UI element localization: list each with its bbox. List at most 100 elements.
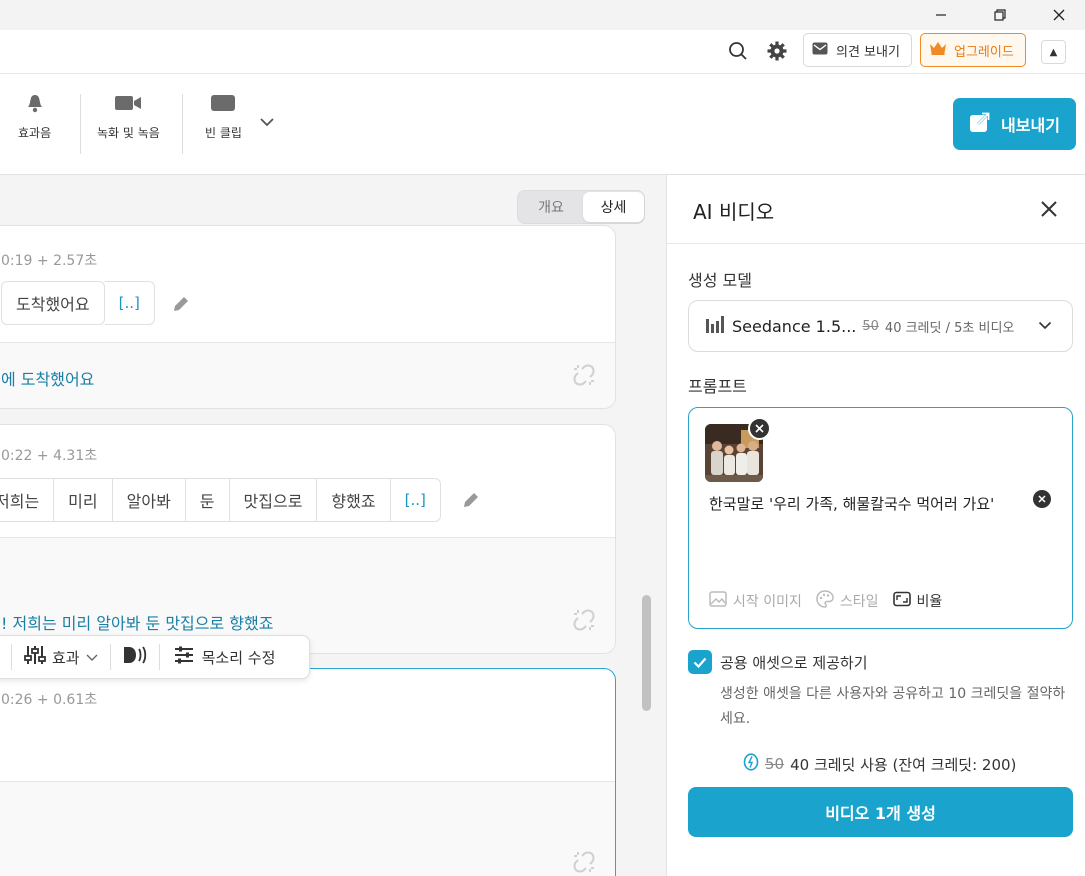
- chevron-down-icon: [86, 648, 98, 666]
- tool-label: 빈 클립: [205, 126, 242, 140]
- model-name: Seedance 1.5...: [732, 316, 857, 336]
- upgrade-label: 업그레이드: [954, 44, 1014, 60]
- tool-record[interactable]: 녹화 및 녹음: [97, 92, 160, 141]
- start-image-label: 시작 이미지: [733, 594, 802, 610]
- voice-wave-button[interactable]: [111, 645, 159, 669]
- tab-detail[interactable]: 상세: [583, 192, 644, 222]
- clip-time: 0:19 + 2.57초: [1, 253, 98, 269]
- adjust-icon: [174, 646, 194, 668]
- subtitle-text[interactable]: 에 도착했어요: [1, 366, 94, 390]
- model-credit: 40 크레딧 / 5초 비디오: [884, 320, 1015, 336]
- credit-coin-icon: [743, 753, 759, 775]
- gear-icon[interactable]: [766, 40, 788, 62]
- export-button[interactable]: 내보내기: [953, 98, 1076, 150]
- word-chip[interactable]: 알아봐: [112, 478, 186, 522]
- word-chip[interactable]: 둔: [185, 478, 230, 522]
- subtitle-area: [0, 782, 615, 876]
- credit-text: 40 크레딧 사용 (잔여 크레딧: 200): [790, 755, 1017, 774]
- close-window-button[interactable]: [1036, 0, 1082, 30]
- share-asset-checkbox[interactable]: [688, 650, 712, 674]
- aspect-ratio-icon: [892, 591, 911, 611]
- export-label: 내보내기: [1001, 116, 1060, 135]
- more-words-chip[interactable]: [..]: [104, 281, 155, 325]
- editor-toolbar: 효과음 녹화 및 녹음 빈 클립 내보내기: [0, 74, 1085, 175]
- tool-label: 효과음: [18, 126, 52, 140]
- maximize-button[interactable]: [977, 0, 1023, 30]
- clear-prompt-icon[interactable]: [1033, 490, 1051, 508]
- ai-video-panel: AI 비디오 생성 모델 Seedance 1.5... 50 40 크레딧 /…: [666, 175, 1085, 876]
- video-camera-icon: [114, 92, 142, 114]
- upgrade-button[interactable]: 업그레이드: [920, 33, 1026, 67]
- word-chip[interactable]: 맛집으로: [229, 478, 318, 522]
- word-chip[interactable]: 미리: [54, 478, 113, 522]
- credit-usage: 50 40 크레딧 사용 (잔여 크레딧: 200): [743, 753, 1016, 775]
- model-select[interactable]: Seedance 1.5... 50 40 크레딧 / 5초 비디오: [688, 300, 1073, 352]
- chevron-down-icon[interactable]: [258, 116, 276, 132]
- unlink-icon[interactable]: [571, 849, 597, 875]
- scrollbar[interactable]: [642, 595, 651, 711]
- toolbar-divider: [182, 94, 183, 154]
- feedback-label: 의견 보내기: [836, 44, 900, 60]
- word-chips: 도착했어요 [..]: [1, 281, 155, 325]
- clip-time: 0:22 + 4.31초: [1, 448, 98, 464]
- transcript-card[interactable]: 0:19 + 2.57초 도착했어요 [..] 에 도착했어요: [0, 225, 616, 409]
- word-chip[interactable]: 저희는: [0, 478, 55, 522]
- ratio-label: 비율: [916, 594, 943, 610]
- image-icon: [709, 591, 727, 611]
- generate-video-button[interactable]: 비디오 1개 생성: [688, 787, 1073, 837]
- transcript-card[interactable]: 0:22 + 4.31초 저희는 미리 알아봐 둔 맛집으로 향했죠 [..] …: [0, 424, 616, 654]
- word-chip[interactable]: 향했죠: [317, 478, 391, 522]
- unlink-icon[interactable]: [571, 362, 597, 388]
- minimize-button[interactable]: [918, 0, 964, 30]
- model-label: 생성 모델: [688, 271, 752, 290]
- chevron-down-icon: [1038, 318, 1052, 334]
- clip-action-bar: 효과 목소리 수정: [0, 635, 310, 679]
- share-asset-description: 생성한 애셋을 다른 사용자와 공유하고 10 크레딧을 절약하세요.: [720, 686, 1066, 727]
- tool-blank-clip[interactable]: 빈 클립: [205, 92, 242, 141]
- ratio-button[interactable]: 비율: [892, 591, 943, 611]
- bell-icon: [21, 92, 49, 114]
- blank-clip-icon: [209, 92, 237, 114]
- unlink-icon[interactable]: [571, 607, 597, 633]
- tab-overview[interactable]: 개요: [520, 192, 582, 222]
- prompt-label: 프롬프트: [688, 377, 747, 396]
- sliders-icon: [24, 645, 46, 669]
- subtitle-text[interactable]: ! 저희는 미리 알아봐 둔 맛집으로 향했죠: [1, 610, 273, 634]
- crown-icon: [929, 41, 947, 59]
- view-toggle: 개요 상세: [517, 190, 645, 224]
- search-icon[interactable]: [727, 40, 749, 62]
- pencil-icon[interactable]: [169, 292, 193, 316]
- prompt-box[interactable]: 한국말로 '우리 가족, 해물칼국수 먹어러 가요' 시작 이미지 스타일 비율: [688, 407, 1073, 629]
- word-chips: 저희는 미리 알아봐 둔 맛집으로 향했죠 [..]: [0, 478, 441, 522]
- tool-sound-effect[interactable]: 효과음: [18, 92, 51, 141]
- word-chip[interactable]: 도착했어요: [1, 281, 105, 325]
- model-logo-icon: [706, 315, 726, 337]
- prompt-tools: 시작 이미지 스타일 비율: [709, 590, 942, 612]
- app-header: 의견 보내기 업그레이드 ▲: [0, 30, 1085, 74]
- more-words-chip[interactable]: [..]: [390, 478, 441, 522]
- edit-voice-button[interactable]: 목소리 수정: [160, 646, 290, 668]
- edit-voice-label: 목소리 수정: [201, 648, 276, 667]
- remove-image-icon[interactable]: [748, 417, 771, 440]
- start-image-button[interactable]: 시작 이미지: [709, 591, 802, 611]
- style-label: 스타일: [839, 594, 879, 610]
- transcript-area: 개요 상세 0:19 + 2.57초 도착했어요 [..] 에 도착했어요 0:…: [0, 175, 666, 876]
- close-icon[interactable]: [1037, 197, 1061, 221]
- model-old-price: 50: [862, 318, 879, 334]
- pencil-icon[interactable]: [459, 488, 483, 512]
- panel-divider: [667, 243, 1085, 244]
- export-icon: [969, 111, 991, 137]
- mail-icon: [812, 42, 828, 59]
- credit-old: 50: [765, 755, 785, 773]
- tool-label: 녹화 및 녹음: [97, 126, 160, 140]
- panel-title: AI 비디오: [693, 200, 775, 224]
- collapse-up-button[interactable]: ▲: [1041, 40, 1066, 64]
- feedback-button[interactable]: 의견 보내기: [803, 33, 912, 67]
- prompt-text[interactable]: 한국말로 '우리 가족, 해물칼국수 먹어러 가요': [709, 493, 994, 514]
- effect-button[interactable]: 효과: [12, 645, 110, 669]
- triangle-up-icon: ▲: [1049, 46, 1058, 58]
- window-titlebar: [0, 0, 1085, 30]
- transcript-card-active[interactable]: 0:26 + 0.61초: [0, 668, 616, 876]
- share-asset-label[interactable]: 공용 애셋으로 제공하기: [720, 652, 868, 673]
- style-button[interactable]: 스타일: [816, 590, 879, 612]
